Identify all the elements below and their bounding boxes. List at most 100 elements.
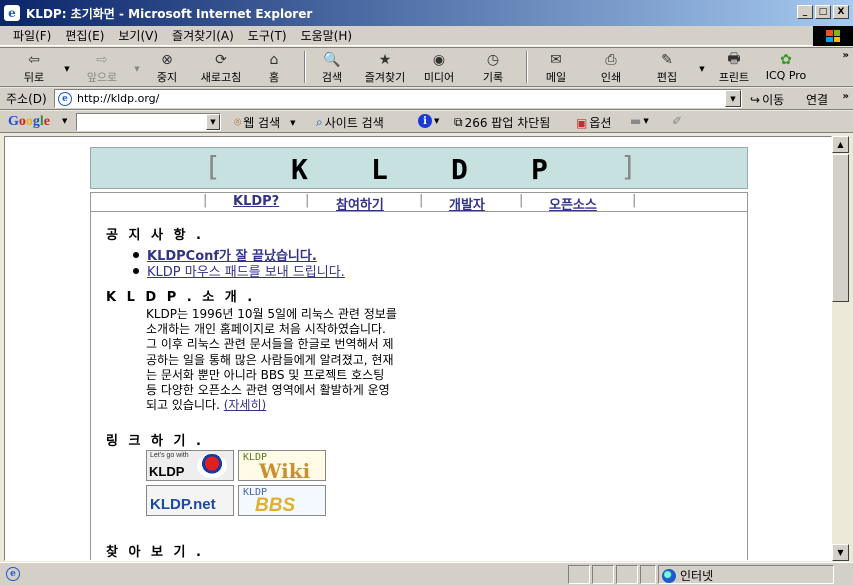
google-logo[interactable]: Google [8,114,50,130]
search-button[interactable]: 🔍 검색 [306,48,358,86]
back-label: 뒤로 [23,71,45,84]
print-label: 인쇄 [600,71,622,84]
scroll-thumb[interactable] [832,154,849,302]
printer-button[interactable]: 🖶 프린트 [708,48,760,86]
nav-separator: | [632,193,637,208]
window-title: KLDP: 초기화면 - Microsoft Internet Explorer [26,6,313,21]
back-button[interactable]: ⇦ 뒤로 [6,48,62,86]
intro-line-last: 되고 있습니다. (자세히) [146,398,436,413]
icq-label: ICQ Pro [765,69,807,82]
popup-window-icon: ⧉ [454,115,463,129]
intro-line: 등 다양한 오픈소스 관련 영역에서 활발하게 운영 [146,383,390,398]
toolbar-more[interactable]: » [843,50,849,61]
history-icon: ◷ [486,52,500,68]
standard-toolbar: ⇦ 뒤로 ▼ ⇨ 앞으로 ▼ ⊗ 중지 ⟳ 새로고침 ⌂ 홈 🔍 검색 ★ 즐겨… [0,47,853,87]
address-dropdown[interactable]: ▼ [725,90,741,107]
mail-icon: ✉ [550,52,562,68]
banner-letter: L [371,153,388,186]
home-icon: ⌂ [269,52,279,68]
banner-letter: K [291,153,308,186]
options-icon: ▣ [576,115,588,130]
menu-file[interactable]: 파일(F) [6,27,58,44]
more-link[interactable]: (자세히) [224,398,266,412]
info-button[interactable]: i ▼ [418,114,439,128]
links-button[interactable]: 연결 [806,91,828,108]
menu-help[interactable]: 도움말(H) [294,27,360,44]
home-button[interactable]: ⌂ 홈 [250,48,298,86]
media-button[interactable]: ◉ 미디어 [412,48,466,86]
banner-open-bracket: [ [204,150,221,183]
menu-tools[interactable]: 도구(T) [241,27,294,44]
google-search-dropdown[interactable]: ▼ [206,114,220,130]
intro-line: KLDP는 1996년 10월 5일에 리눅스 관련 정보를 [146,307,397,321]
minimize-button[interactable]: _ [797,5,813,19]
icq-button[interactable]: ✿ ICQ Pro [760,48,812,86]
address-url: http://kldp.org/ [77,92,160,105]
kldp-net-text: KLDP.net [150,496,216,513]
ie-logo-icon: e [4,5,20,21]
intro-text: KLDP는 1996년 10월 5일에 리눅스 관련 정보를 소개하는 개인 홈… [146,307,436,413]
status-main [0,565,566,584]
favorites-icon: ★ [378,52,392,68]
links-more[interactable]: » [843,91,849,102]
maximize-button[interactable]: □ [815,5,831,19]
folder-icon: ▬ [630,114,642,128]
scroll-up-button[interactable]: ▲ [832,136,849,153]
edit-dropdown[interactable]: ▼ [696,48,708,86]
scroll-down-button[interactable]: ▼ [832,544,849,561]
menu-edit[interactable]: 편집(E) [58,27,111,44]
web-search-button[interactable]: ⌾ 웹 검색 ▼ [234,114,296,131]
history-label: 기록 [482,71,504,84]
history-button[interactable]: ◷ 기록 [466,48,520,86]
title-bar: e KLDP: 초기화면 - Microsoft Internet Explor… [0,0,853,26]
main-content: 공 지 사 항 . KLDPConf가 잘 끝났습니다. KLDP 마우스 패드… [90,211,748,560]
banner-letters: K L D P [291,153,611,186]
kldp-bbs-banner[interactable]: KLDP BBS [238,485,326,516]
stop-icon: ⊗ [161,52,173,68]
popup-blocker-button[interactable]: ⧉ 266 팝업 차단됨 [454,114,550,131]
menu-favorites[interactable]: 즐겨찾기(A) [165,27,241,44]
options-button[interactable]: ▣ 옵션 [576,114,611,131]
forward-arrow-icon: ⇨ [96,52,108,68]
kldp-wiki-banner[interactable]: KLDP Wiki [238,450,326,483]
media-label: 미디어 [423,71,455,84]
print-icon: ⎙ [605,52,617,68]
go-button[interactable]: ↪ 이동 [750,91,784,108]
stop-button[interactable]: ⊗ 중지 [142,48,192,86]
forward-dropdown[interactable]: ▼ [132,48,142,86]
favorites-button[interactable]: ★ 즐겨찾기 [358,48,412,86]
highlighter-button[interactable]: ✐ [672,114,682,128]
nav-kldp[interactable]: KLDP? [233,194,279,209]
print-button[interactable]: ⎙ 인쇄 [584,48,638,86]
folder-button[interactable]: ▬ ▼ [630,114,649,128]
back-dropdown[interactable]: ▼ [62,48,72,86]
status-bar: e 인터넷 [0,562,853,585]
status-cell [592,565,614,584]
close-button[interactable]: X [833,5,849,19]
edit-icon: ✎ [661,52,673,68]
vertical-scrollbar[interactable]: ▲ ▼ [832,136,849,561]
menu-bar: 파일(F) 편집(E) 보기(V) 즐겨찾기(A) 도구(T) 도움말(H) [0,26,853,46]
menu-view[interactable]: 보기(V) [111,27,165,44]
edit-button[interactable]: ✎ 편집 [638,48,696,86]
site-search-label: 사이트 검색 [324,116,384,130]
window-controls: _ □ X [797,5,849,19]
notice-link[interactable]: KLDP 마우스 패드를 보내 드립니다. [147,261,345,280]
google-menu-arrow-icon[interactable]: ▼ [62,117,67,125]
binoculars-icon: ⌾ [234,115,242,129]
zone-label: 인터넷 [680,569,714,583]
windows-logo-icon [813,26,853,46]
refresh-button[interactable]: ⟳ 새로고침 [192,48,250,86]
kldp-banner: [ K L D P ] [90,147,748,189]
info-icon: i [418,114,432,128]
google-search-input[interactable]: ▼ [76,113,221,131]
address-input[interactable]: e http://kldp.org/ ▼ [54,89,742,108]
letsgo-kldp-banner[interactable]: Let's go with KLDP [146,450,234,481]
refresh-label: 새로고침 [200,71,242,84]
forward-button[interactable]: ⇨ 앞으로 [72,48,132,86]
page-icon: e [58,91,72,106]
site-search-button[interactable]: ⌕ 사이트 검색 [316,114,384,131]
mail-button[interactable]: ✉ 메일 [528,48,584,86]
site-search-icon: ⌕ [316,115,323,129]
kldp-net-banner[interactable]: KLDP.net [146,485,234,516]
